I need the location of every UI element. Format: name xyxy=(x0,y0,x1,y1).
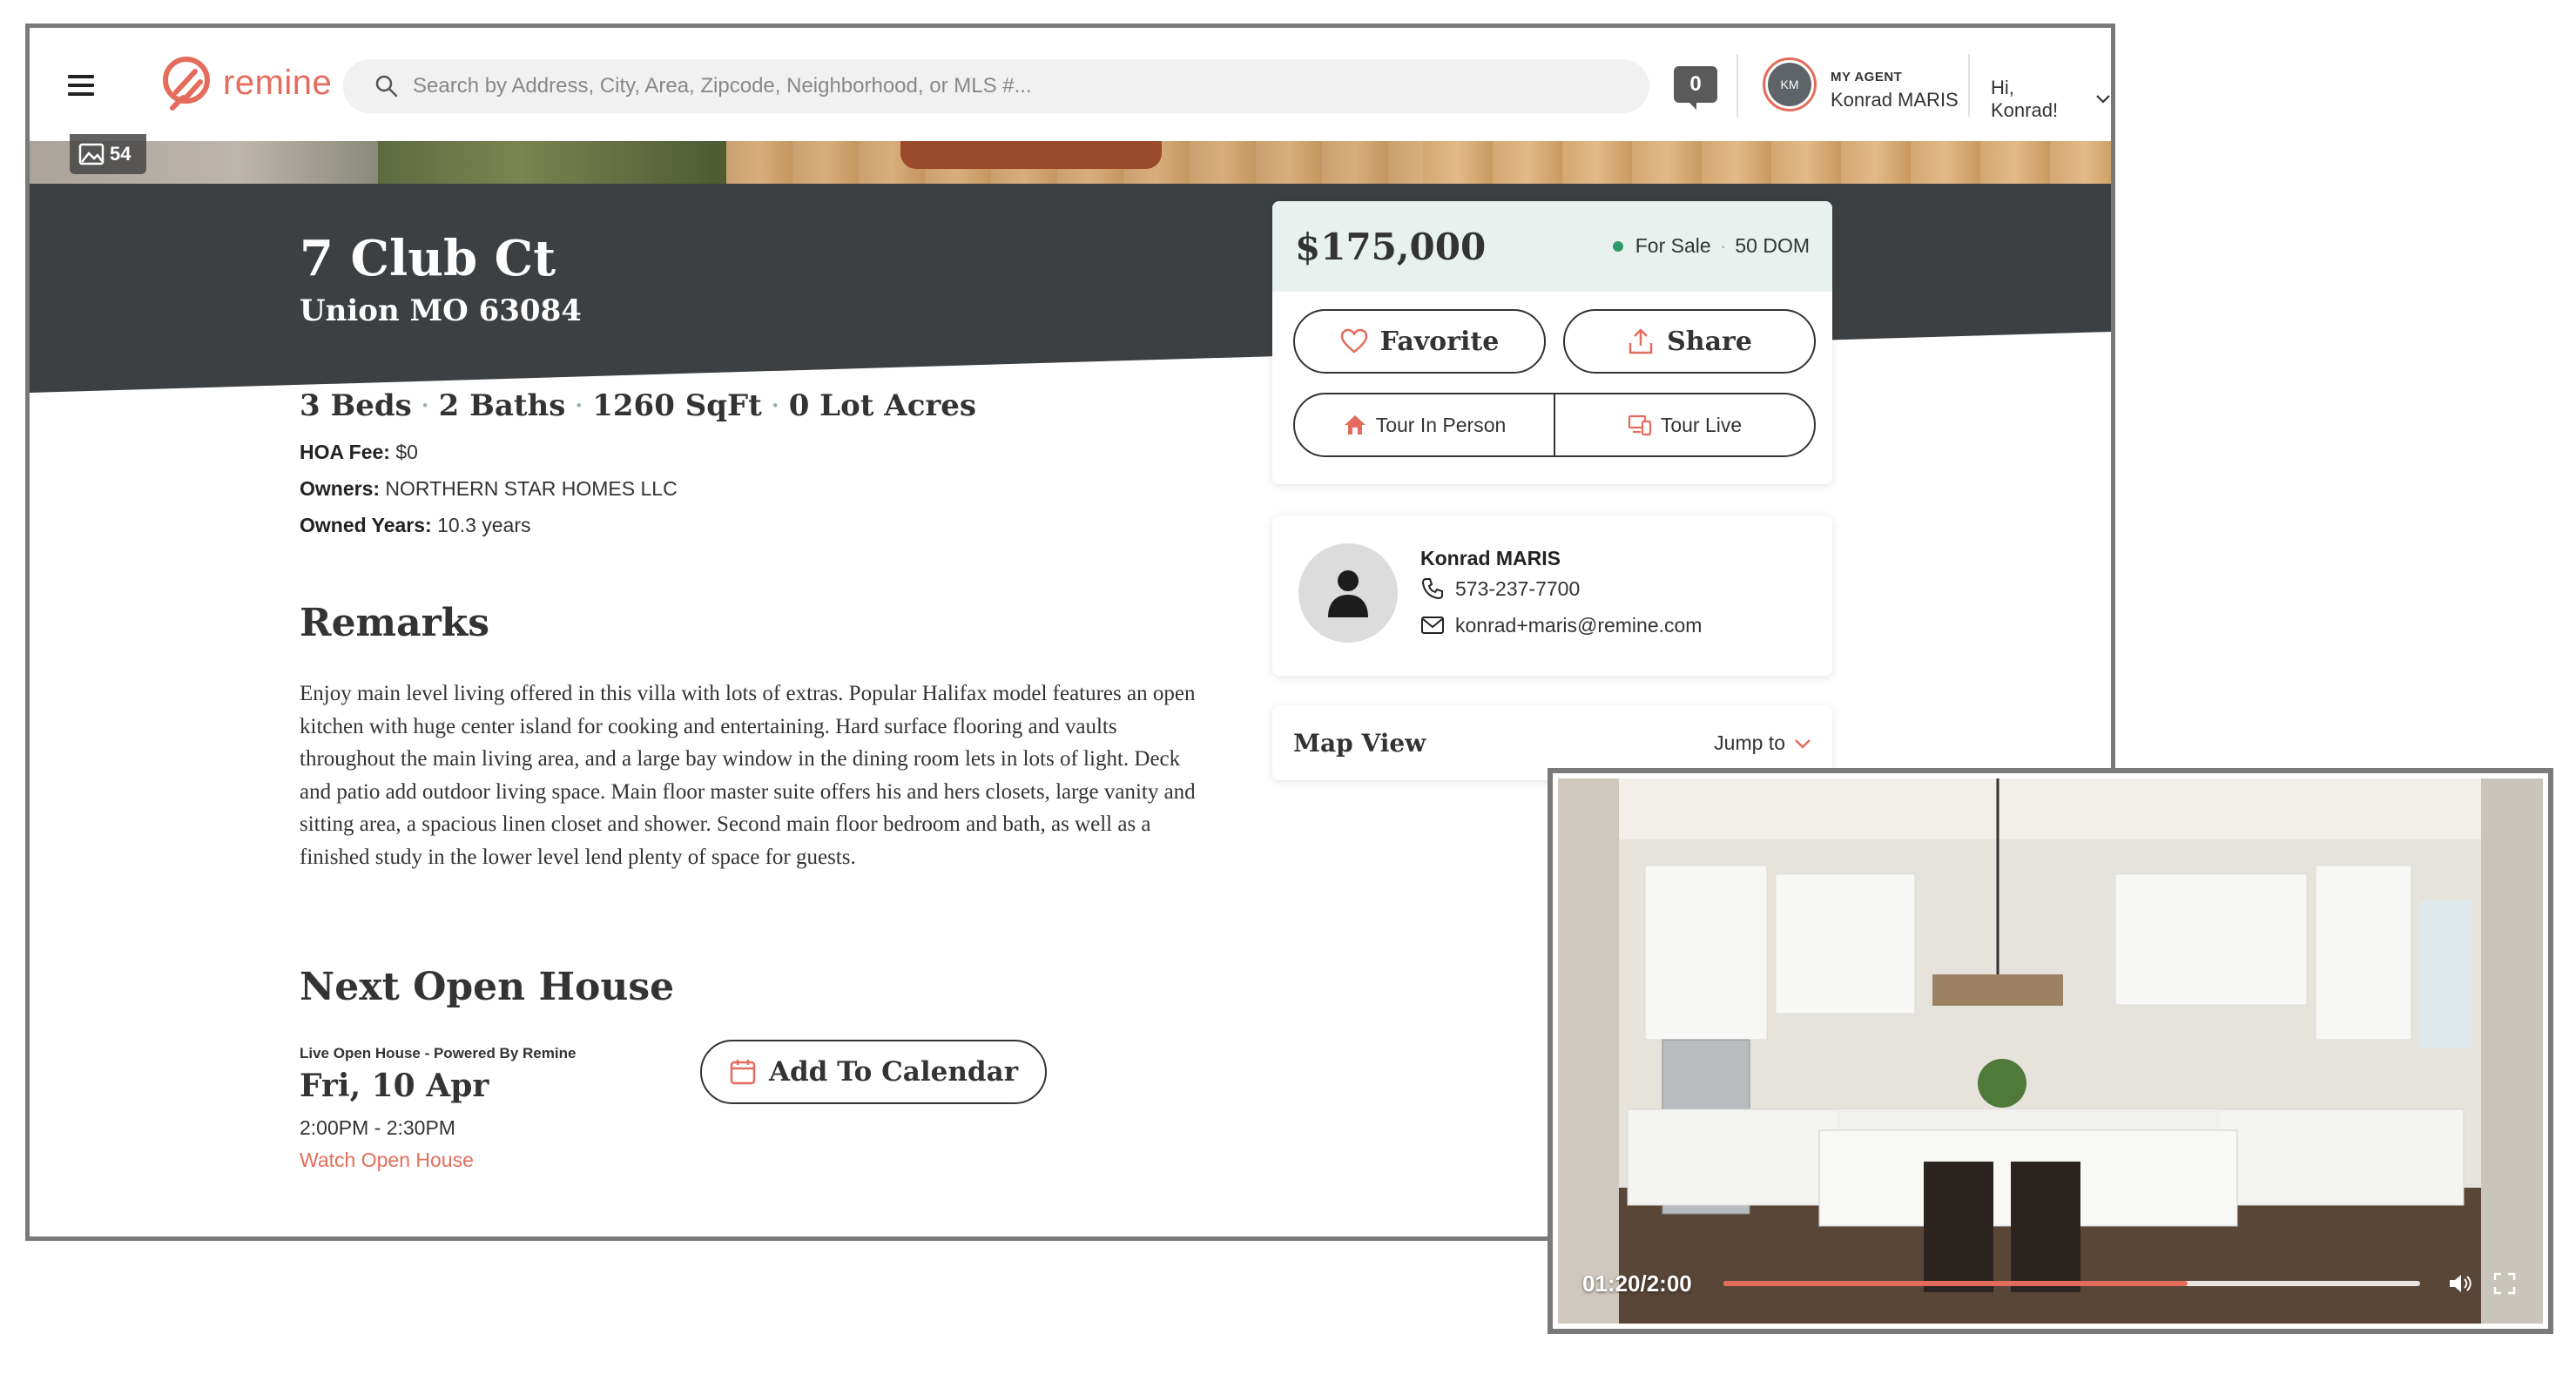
status-text: For Sale xyxy=(1635,234,1711,257)
remine-logo-icon xyxy=(163,57,210,111)
owned-years-value: 10.3 years xyxy=(437,514,531,536)
address-city: Union MO 63084 xyxy=(300,293,582,328)
search-bar[interactable] xyxy=(343,59,1649,113)
devices-icon xyxy=(1628,414,1651,436)
baths: 2 Baths xyxy=(438,388,566,423)
home-icon xyxy=(1344,415,1366,435)
kitchen-video-image xyxy=(1558,778,2543,1324)
address-street: 7 Club Ct xyxy=(300,230,556,287)
chevron-down-icon xyxy=(1795,738,1811,749)
my-agent-avatar[interactable]: KM xyxy=(1763,57,1817,111)
separator-dot: · xyxy=(574,388,584,423)
separator-dot: · xyxy=(1719,234,1727,257)
separator-dot: · xyxy=(420,388,430,423)
heart-icon xyxy=(1340,328,1367,354)
agent-email[interactable]: konrad+maris@remine.com xyxy=(1420,613,1702,637)
share-label: Share xyxy=(1667,326,1752,357)
my-agent-label: MY AGENT xyxy=(1831,70,1903,84)
video-timestamp: 01:20/2:00 xyxy=(1582,1270,1692,1297)
watch-open-house-link[interactable]: Watch Open House xyxy=(300,1149,474,1172)
days-on-market: 50 DOM xyxy=(1735,234,1810,257)
remarks-title: Remarks xyxy=(300,601,490,645)
hoa-fee-label: HOA Fee: xyxy=(300,441,390,463)
hoa-fee: HOA Fee: $0 xyxy=(300,441,418,464)
property-facts: 3 Beds · 2 Baths · 1260 SqFt · 0 Lot Acres xyxy=(300,388,976,423)
owners-value: NORTHERN STAR HOMES LLC xyxy=(385,477,678,500)
gallery-photo[interactable] xyxy=(1423,141,2111,184)
volume-icon[interactable] xyxy=(2447,1271,2473,1296)
tour-in-person-button[interactable]: Tour In Person xyxy=(1295,394,1554,455)
open-house-date: Fri, 10 Apr xyxy=(300,1068,489,1104)
video-progress-bar[interactable] xyxy=(1723,1281,2420,1286)
status-dot xyxy=(1612,240,1623,252)
price-header: $175,000 For Sale · 50 DOM xyxy=(1272,201,1832,292)
search-input[interactable] xyxy=(413,74,1588,98)
video-progress-fill xyxy=(1723,1281,2188,1286)
top-header: remine 0 KM MY AGENT Konrad MARIS Hi, Ko… xyxy=(30,28,2111,141)
video-frame[interactable]: 01:20/2:00 xyxy=(1558,778,2543,1324)
user-menu[interactable]: Hi, Konrad! xyxy=(1991,77,2111,122)
price-card: $175,000 For Sale · 50 DOM Favorite Shar… xyxy=(1272,201,1832,484)
tour-options: Tour In Person Tour Live xyxy=(1293,393,1816,457)
agent-email-address: konrad+maris@remine.com xyxy=(1455,613,1703,637)
owners: Owners: NORTHERN STAR HOMES LLC xyxy=(300,477,678,501)
agent-card: Konrad MARIS 573-237-7700 konrad+maris@r… xyxy=(1272,515,1832,676)
hoa-fee-value: $0 xyxy=(395,441,418,463)
person-icon xyxy=(1328,570,1368,617)
lot-acres: 0 Lot Acres xyxy=(788,388,977,423)
logo-text: remine xyxy=(223,63,333,102)
tour-live-button[interactable]: Tour Live xyxy=(1555,394,1814,455)
map-view-title: Map View xyxy=(1293,728,1426,758)
hamburger-menu-icon[interactable] xyxy=(68,75,94,96)
tour-live-label: Tour Live xyxy=(1660,413,1743,436)
image-icon xyxy=(78,143,105,165)
gallery-photo[interactable] xyxy=(726,141,1423,184)
listing-status: For Sale · 50 DOM xyxy=(1612,234,1810,258)
owned-years: Owned Years: 10.3 years xyxy=(300,514,531,537)
video-player[interactable]: 01:20/2:00 xyxy=(1548,768,2553,1334)
photo-gallery[interactable] xyxy=(30,141,2111,184)
tour-in-person-label: Tour In Person xyxy=(1375,413,1507,436)
photo-count: 54 xyxy=(110,143,131,165)
listing-price: $175,000 xyxy=(1295,225,1487,268)
agent-initials: KM xyxy=(1768,63,1811,106)
jump-to-label: Jump to xyxy=(1714,731,1785,754)
owned-years-label: Owned Years: xyxy=(300,514,432,536)
share-icon xyxy=(1629,328,1653,354)
header-divider xyxy=(1736,54,1738,117)
remine-logo[interactable]: remine xyxy=(160,54,332,111)
agent-avatar xyxy=(1298,543,1398,643)
add-to-calendar-button[interactable]: Add To Calendar xyxy=(700,1040,1047,1104)
share-button[interactable]: Share xyxy=(1563,309,1816,374)
notifications-button[interactable]: 0 xyxy=(1674,66,1717,110)
separator-dot: · xyxy=(770,388,780,423)
fullscreen-icon[interactable] xyxy=(2492,1271,2517,1296)
calendar-icon xyxy=(730,1060,756,1085)
beds: 3 Beds xyxy=(300,388,412,423)
square-feet: 1260 SqFt xyxy=(592,388,762,423)
gallery-photo[interactable] xyxy=(378,141,726,184)
user-greeting: Hi, Konrad! xyxy=(1991,77,2059,121)
agent-phone[interactable]: 573-237-7700 xyxy=(1420,576,1580,601)
remarks-text: Enjoy main level living offered in this … xyxy=(300,682,1196,869)
notification-count: 0 xyxy=(1674,66,1717,103)
search-icon xyxy=(375,75,398,98)
chat-bubble-tail xyxy=(1688,101,1696,110)
chevron-down-icon xyxy=(2096,95,2110,104)
mail-icon xyxy=(1421,617,1444,634)
owners-label: Owners: xyxy=(300,477,381,500)
favorite-button[interactable]: Favorite xyxy=(1293,309,1546,374)
agent-phone-number: 573-237-7700 xyxy=(1455,576,1581,600)
photo-count-badge[interactable]: 54 xyxy=(70,134,146,174)
jump-to-dropdown[interactable]: Jump to xyxy=(1714,731,1811,755)
favorite-label: Favorite xyxy=(1379,326,1500,357)
agent-name: Konrad MARIS xyxy=(1420,547,1561,569)
header-divider xyxy=(1968,54,1970,117)
add-to-calendar-label: Add To Calendar xyxy=(768,1056,1019,1088)
open-house-label: Live Open House - Powered By Remine xyxy=(300,1045,577,1061)
phone-icon xyxy=(1421,578,1443,600)
my-agent-name[interactable]: Konrad MARIS xyxy=(1831,89,1959,111)
open-house-time: 2:00PM - 2:30PM xyxy=(300,1116,455,1139)
open-house-title: Next Open House xyxy=(300,965,675,1009)
